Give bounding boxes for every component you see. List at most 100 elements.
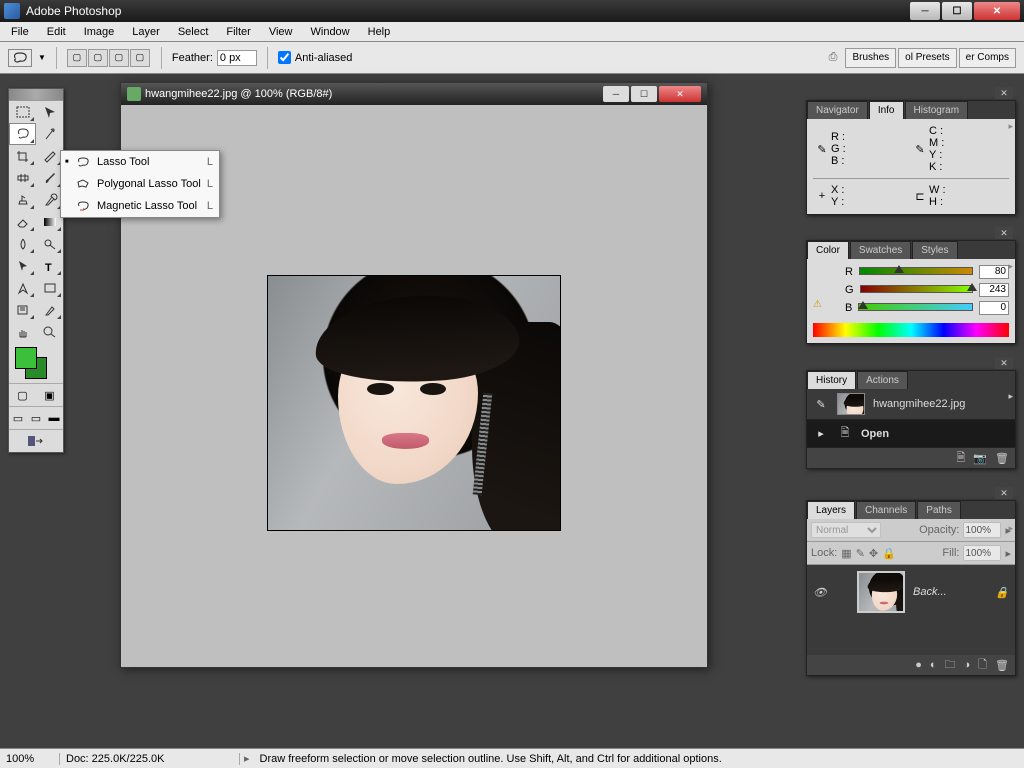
delete-state-icon[interactable]: 🗑 (995, 452, 1009, 465)
gamut-warning-icon[interactable]: ⚠ (813, 299, 822, 310)
history-close[interactable]: ✕ (995, 357, 1013, 369)
lock-pixels-icon[interactable]: ✎ (856, 547, 865, 560)
menu-image[interactable]: Image (75, 24, 124, 40)
visibility-icon[interactable]: 👁 (813, 586, 829, 599)
color-spectrum[interactable] (813, 323, 1009, 337)
lock-all-icon[interactable]: 🔒 (882, 547, 896, 560)
doc-maximize[interactable]: ☐ (631, 86, 657, 102)
menu-view[interactable]: View (260, 24, 302, 40)
menu-window[interactable]: Window (302, 24, 359, 40)
tool-gradient[interactable] (36, 211, 63, 233)
tool-path-select[interactable] (9, 255, 36, 277)
tool-type[interactable]: T (36, 255, 63, 277)
adjustment-layer-icon[interactable]: ◑ (964, 659, 971, 671)
flyout-polygonal-lasso[interactable]: Polygonal Lasso Tool L (61, 173, 219, 195)
slider-r[interactable] (859, 267, 973, 277)
tool-eyedropper[interactable] (36, 299, 63, 321)
tab-layers[interactable]: Layers (807, 501, 855, 519)
doc-close[interactable]: ✕ (659, 86, 701, 102)
tab-paths[interactable]: Paths (917, 501, 961, 519)
value-r[interactable]: 80 (979, 265, 1009, 279)
tab-histogram[interactable]: Histogram (905, 101, 969, 119)
active-tool-preset[interactable] (8, 49, 32, 67)
tool-healing-brush[interactable] (9, 167, 36, 189)
doc-minimize[interactable]: ─ (603, 86, 629, 102)
status-menu-icon[interactable]: ▸ (240, 752, 254, 765)
tab-history[interactable]: History (807, 371, 856, 389)
tool-blur[interactable] (9, 233, 36, 255)
palette-brushes[interactable]: Brushes (845, 48, 896, 68)
selection-subtract[interactable]: ▢ (109, 49, 129, 67)
opacity-input[interactable] (963, 522, 1001, 538)
minimize-button[interactable]: ─ (910, 2, 940, 20)
color-swatches[interactable] (9, 343, 63, 383)
tool-pen[interactable] (9, 277, 36, 299)
menu-select[interactable]: Select (169, 24, 218, 40)
tool-magic-wand[interactable] (36, 123, 63, 145)
tool-slice[interactable] (36, 145, 63, 167)
history-step-open[interactable]: ▸ 🗎 Open (807, 420, 1015, 448)
tab-color[interactable]: Color (807, 241, 849, 259)
tool-history-brush[interactable] (36, 189, 63, 211)
menu-file[interactable]: File (2, 24, 38, 40)
delete-layer-icon[interactable]: 🗑 (995, 659, 1009, 672)
palette-grip[interactable] (9, 89, 63, 101)
print-icon[interactable]: ⎙ (829, 51, 838, 64)
tab-actions[interactable]: Actions (857, 371, 908, 389)
tool-rect-marquee[interactable] (9, 101, 36, 123)
tool-crop[interactable] (9, 145, 36, 167)
tab-navigator[interactable]: Navigator (807, 101, 868, 119)
info-close[interactable]: ✕ (995, 87, 1013, 99)
menu-layer[interactable]: Layer (123, 24, 169, 40)
tool-move[interactable] (36, 101, 63, 123)
screen-standard[interactable]: ▭ (9, 407, 27, 429)
screen-full[interactable]: ▬ (45, 407, 63, 429)
layer-mask-icon[interactable]: ◐ (930, 659, 937, 671)
tab-swatches[interactable]: Swatches (850, 241, 911, 259)
tab-channels[interactable]: Channels (856, 501, 916, 519)
mode-quickmask[interactable]: ▣ (36, 384, 63, 406)
new-set-icon[interactable]: 🗀 (945, 656, 956, 675)
tool-clone-stamp[interactable] (9, 189, 36, 211)
panel-menu-icon[interactable]: ▸ (1008, 121, 1013, 132)
layer-style-icon[interactable]: ● (915, 659, 922, 671)
antialias-checkbox[interactable] (278, 51, 291, 64)
tool-notes[interactable] (9, 299, 36, 321)
selection-new[interactable]: ▢ (67, 49, 87, 67)
jump-imageready[interactable] (9, 430, 63, 452)
screen-full-menu[interactable]: ▭ (27, 407, 45, 429)
layers-close[interactable]: ✕ (995, 487, 1013, 499)
tab-styles[interactable]: Styles (912, 241, 957, 259)
tool-hand[interactable] (9, 321, 36, 343)
new-doc-from-state-icon[interactable]: 🗎 (956, 449, 965, 468)
lock-transparent-icon[interactable]: ▦ (841, 547, 851, 560)
panel-menu-icon[interactable]: ▸ (1008, 261, 1013, 272)
color-close[interactable]: ✕ (995, 227, 1013, 239)
selection-intersect[interactable]: ▢ (130, 49, 150, 67)
maximize-button[interactable]: ☐ (942, 2, 972, 20)
tool-zoom[interactable] (36, 321, 63, 343)
menu-edit[interactable]: Edit (38, 24, 75, 40)
fill-input[interactable] (963, 545, 1001, 561)
value-g[interactable]: 243 (979, 283, 1009, 297)
mode-standard[interactable]: ▢ (9, 384, 36, 406)
panel-menu-icon[interactable]: ▸ (1008, 523, 1013, 534)
panel-menu-icon[interactable]: ▸ (1008, 391, 1013, 402)
tool-eraser[interactable] (9, 211, 36, 233)
close-button[interactable]: ✕ (974, 2, 1020, 20)
lock-position-icon[interactable]: ✥ (869, 547, 878, 560)
tool-brush[interactable] (36, 167, 63, 189)
slider-b[interactable] (858, 303, 973, 313)
value-b[interactable]: 0 (979, 301, 1009, 315)
palette-tool-presets[interactable]: ol Presets (898, 48, 956, 68)
tool-lasso[interactable] (9, 123, 36, 145)
foreground-color[interactable] (15, 347, 37, 369)
zoom-field[interactable]: 100% (0, 753, 60, 765)
selection-add[interactable]: ▢ (88, 49, 108, 67)
tool-shape[interactable] (36, 277, 63, 299)
slider-g[interactable] (860, 285, 973, 295)
doc-size[interactable]: Doc: 225.0K/225.0K (60, 753, 240, 765)
tab-info[interactable]: Info (869, 101, 904, 119)
menu-filter[interactable]: Filter (217, 24, 259, 40)
blend-mode-select[interactable]: Normal (811, 522, 881, 538)
